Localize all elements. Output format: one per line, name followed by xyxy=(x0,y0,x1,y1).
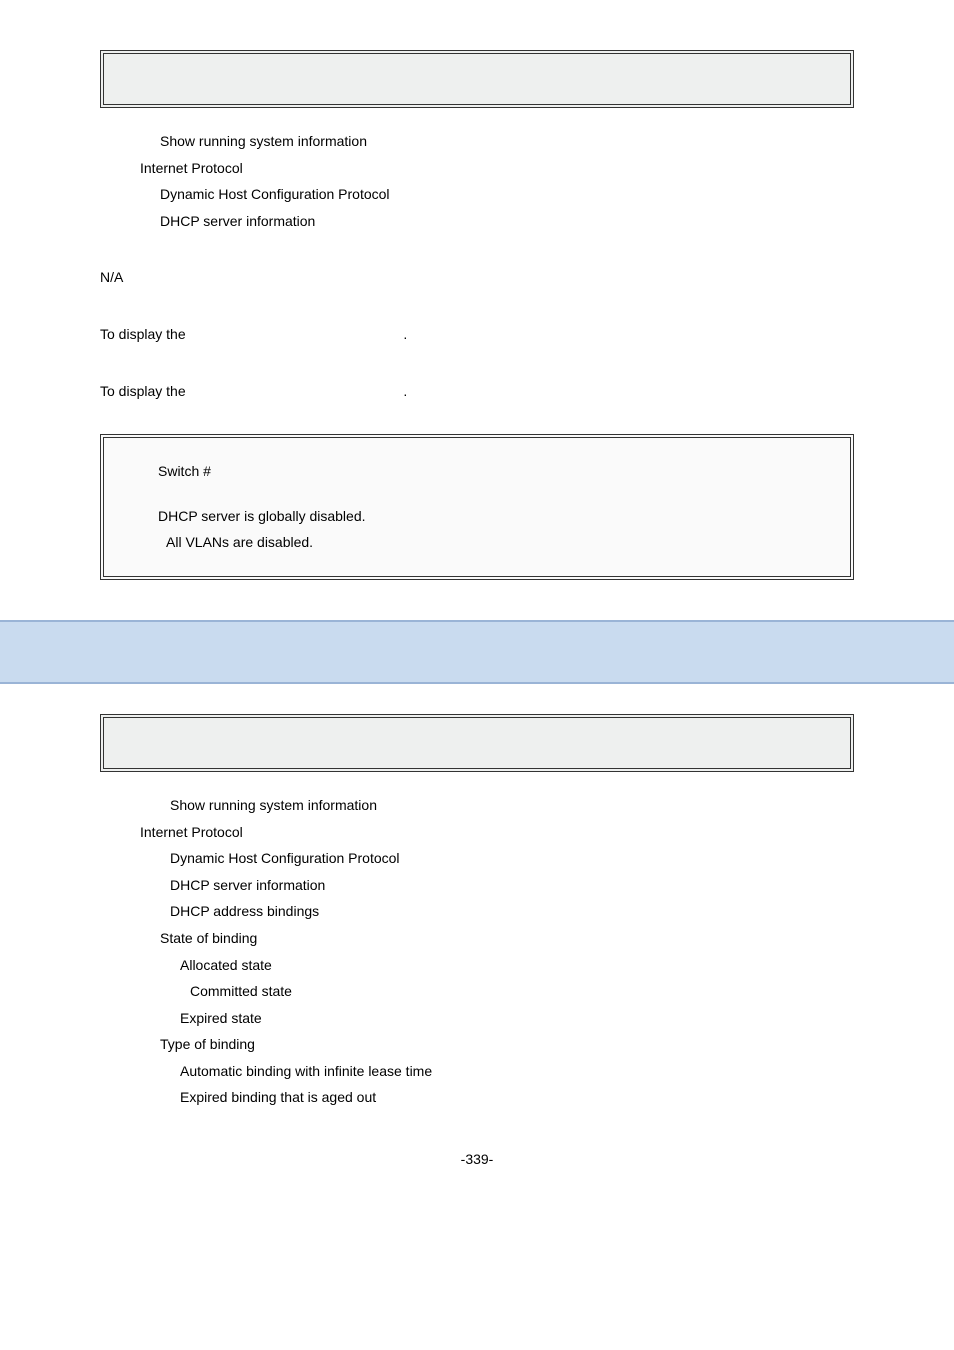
tree2-allocated: Allocated state xyxy=(100,952,854,979)
page-footer: -339- xyxy=(100,1151,854,1167)
description-line: To display the . xyxy=(100,321,854,348)
tree2-dhcp: Dynamic Host Configuration Protocol xyxy=(100,845,854,872)
tree2-expired-type: Expired binding that is aged out xyxy=(100,1084,854,1111)
tree2-bindings: DHCP address bindings xyxy=(100,898,854,925)
section-banner xyxy=(0,620,954,684)
output-prompt: Switch # xyxy=(128,458,826,485)
tree2-server: DHCP server information xyxy=(100,872,854,899)
tree2-type: Type of binding xyxy=(100,1031,854,1058)
tree2-state: State of binding xyxy=(100,925,854,952)
desc-prefix: To display the xyxy=(100,326,186,342)
tree2-ip: Internet Protocol xyxy=(100,819,854,846)
desc-period: . xyxy=(403,326,407,342)
syntax-box-2 xyxy=(100,714,854,772)
syntax-box-1 xyxy=(100,50,854,108)
command-tree-1: Show running system information Internet… xyxy=(100,128,854,234)
tree2-committed: Committed state xyxy=(100,978,854,1005)
tree1-server: DHCP server information xyxy=(100,208,854,235)
output-line2: All VLANs are disabled. xyxy=(128,529,826,556)
na-line: N/A xyxy=(100,264,854,291)
tree2-expired-state: Expired state xyxy=(100,1005,854,1032)
tree1-dhcp: Dynamic Host Configuration Protocol xyxy=(100,181,854,208)
tree1-ip: Internet Protocol xyxy=(100,155,854,182)
example-prefix: To display the xyxy=(100,383,186,399)
tree2-show: Show running system information xyxy=(100,792,854,819)
output-line1: DHCP server is globally disabled. xyxy=(128,503,826,530)
tree1-show: Show running system information xyxy=(100,128,854,155)
tree2-automatic: Automatic binding with infinite lease ti… xyxy=(100,1058,854,1085)
page-number: -339- xyxy=(461,1151,494,1167)
page-container: Show running system information Internet… xyxy=(0,0,954,1207)
command-tree-2: Show running system information Internet… xyxy=(100,792,854,1111)
example-line: To display the . xyxy=(100,378,854,405)
na-text: N/A xyxy=(100,269,123,285)
output-box-1: Switch # DHCP server is globally disable… xyxy=(100,434,854,580)
example-period: . xyxy=(403,383,407,399)
